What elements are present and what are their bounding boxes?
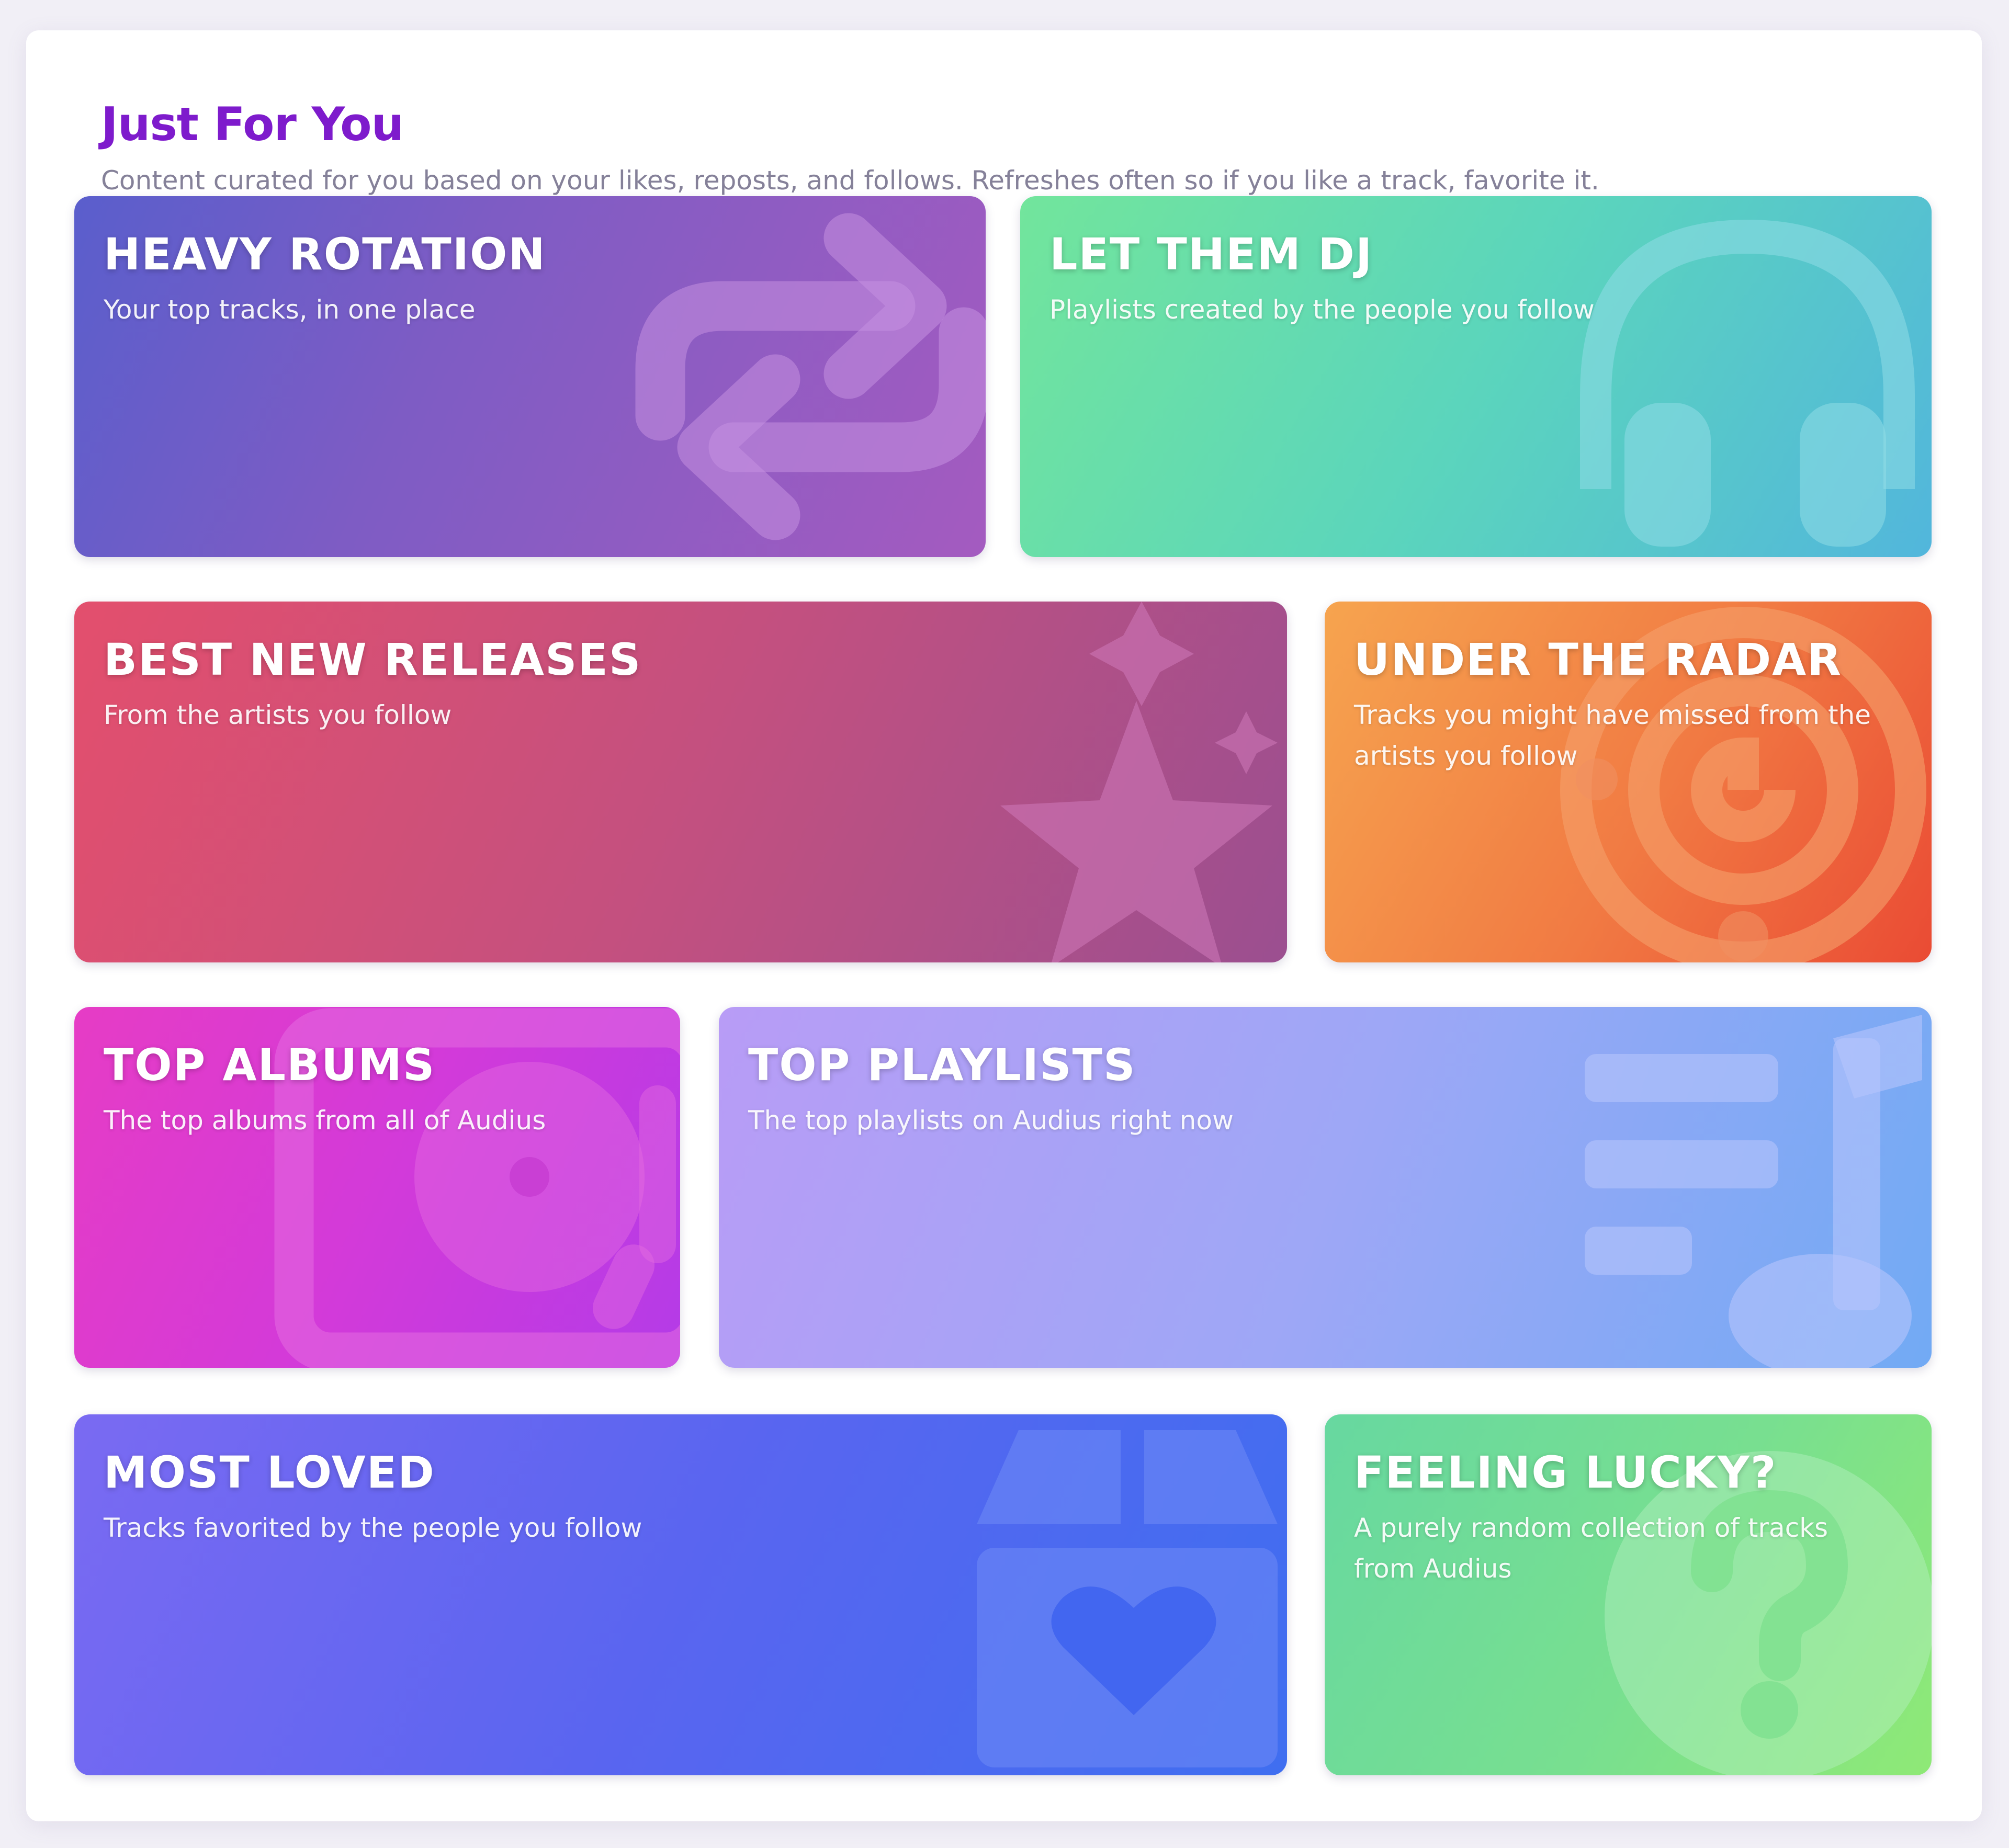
card-title: LET THEM DJ (1049, 229, 1373, 280)
heart-box-icon (977, 1430, 1278, 1767)
card-description: From the artists you follow (104, 700, 452, 730)
stars-icon (1000, 602, 1278, 962)
section-subtitle: Content curated for you based on your li… (101, 165, 1599, 196)
section-title: Just For You (101, 97, 404, 151)
card-description: Tracks favorited by the people you follo… (104, 1513, 642, 1543)
card-top-playlists[interactable]: TOP PLAYLISTS The top playlists on Audiu… (719, 1007, 1932, 1368)
card-title: HEAVY ROTATION (104, 229, 546, 280)
headphones-icon (1580, 220, 1915, 547)
card-description: Playlists created by the people you foll… (1049, 294, 1595, 325)
card-feeling-lucky[interactable]: FEELING LUCKY? A purely random collectio… (1325, 1414, 1932, 1775)
card-title: TOP ALBUMS (104, 1039, 436, 1091)
card-description: Your top tracks, in one place (104, 294, 476, 325)
card-most-loved[interactable]: MOST LOVED Tracks favorited by the peopl… (74, 1414, 1287, 1775)
card-under-the-radar[interactable]: UNDER THE RADAR Tracks you might have mi… (1325, 602, 1932, 962)
card-best-new-releases[interactable]: BEST NEW RELEASES From the artists you f… (74, 602, 1287, 962)
card-title: TOP PLAYLISTS (748, 1039, 1136, 1091)
card-top-albums[interactable]: TOP ALBUMS The top albums from all of Au… (74, 1007, 680, 1368)
card-description: Tracks you might have missed from the ar… (1354, 700, 1871, 771)
repeat-icon (635, 213, 986, 540)
card-description: The top playlists on Audius right now (748, 1105, 1234, 1136)
card-description: The top albums from all of Audius (104, 1105, 546, 1136)
card-title: UNDER THE RADAR (1354, 634, 1842, 685)
card-description: A purely random collection of tracks fro… (1354, 1513, 1829, 1584)
playlist-note-icon (1585, 1015, 1922, 1368)
card-let-them-dj[interactable]: LET THEM DJ Playlists created by the peo… (1020, 196, 1932, 557)
card-title: MOST LOVED (104, 1447, 435, 1498)
card-title: BEST NEW RELEASES (104, 634, 642, 685)
card-title: FEELING LUCKY? (1354, 1447, 1777, 1498)
card-heavy-rotation[interactable]: HEAVY ROTATION Your top tracks, in one p… (74, 196, 986, 557)
